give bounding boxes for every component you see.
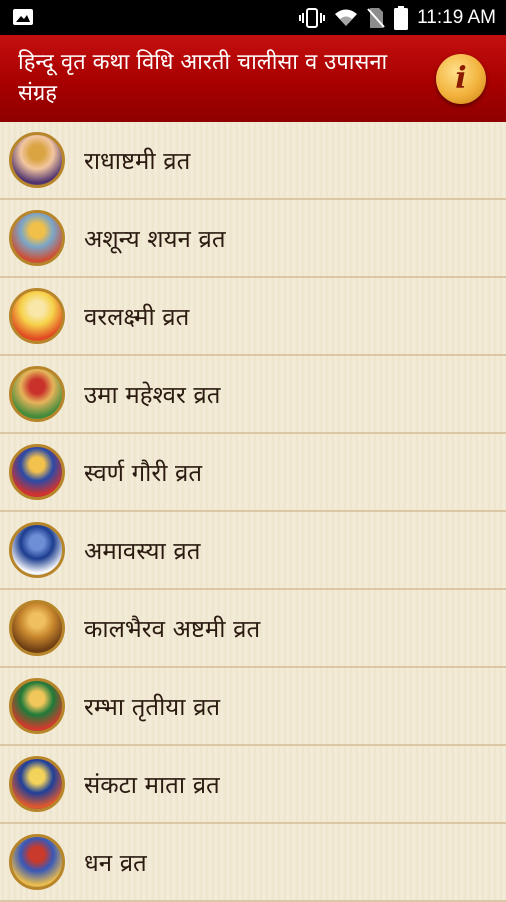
info-button[interactable]: i — [436, 54, 486, 104]
battery-icon — [394, 5, 409, 30]
list-item-label: धन व्रत — [84, 849, 147, 877]
list-item-label: राधाष्टमी व्रत — [84, 147, 191, 175]
list-item[interactable]: अमावस्या व्रत — [0, 512, 506, 590]
sankata-mata-image — [9, 756, 65, 812]
vishnu-image — [9, 522, 65, 578]
image-notification-icon — [13, 9, 33, 25]
gauri-image — [9, 444, 65, 500]
status-bar: 11:19 AM — [0, 0, 506, 35]
vrat-list: राधाष्टमी व्रत अशून्य शयन व्रत वरलक्ष्मी व… — [0, 122, 506, 902]
page-title: हिन्दू वृत कथा विधि आरती चालीसा व उपासना… — [18, 50, 388, 106]
app-bar: हिन्दू वृत कथा विधि आरती चालीसा व उपासना… — [0, 35, 506, 122]
vibrate-icon — [299, 7, 326, 28]
vishnu-lakshmi-image — [9, 210, 65, 266]
info-icon: i — [455, 61, 467, 96]
list-item-label: कालभैरव अष्टमी व्रत — [84, 615, 261, 643]
wifi-icon — [335, 9, 358, 26]
list-item[interactable]: स्वर्ण गौरी व्रत — [0, 434, 506, 512]
lakshmi-image — [9, 288, 65, 344]
list-item[interactable]: वरलक्ष्मी व्रत — [0, 278, 506, 356]
vishnu-blessing-image — [9, 834, 65, 890]
list-item-label: संकटा माता व्रत — [84, 771, 220, 799]
list-item-label: स्वर्ण गौरी व्रत — [84, 459, 203, 487]
list-item[interactable]: संकटा माता व्रत — [0, 746, 506, 824]
no-sim-icon — [367, 7, 385, 28]
rambha-image — [9, 678, 65, 734]
list-item-label: अशून्य शयन व्रत — [84, 225, 226, 253]
list-item-label: उमा महेश्वर व्रत — [84, 381, 221, 409]
list-item-label: रम्भा तृतीया व्रत — [84, 693, 221, 721]
list-item-label: वरलक्ष्मी व्रत — [84, 303, 190, 331]
status-time: 11:19 AM — [417, 6, 496, 28]
list-item[interactable]: कालभैरव अष्टमी व्रत — [0, 590, 506, 668]
list-item[interactable]: रम्भा तृतीया व्रत — [0, 668, 506, 746]
parvati-image — [9, 366, 65, 422]
list-item[interactable]: राधाष्टमी व्रत — [0, 122, 506, 200]
list-item-label: अमावस्या व्रत — [84, 537, 201, 565]
list-item[interactable]: उमा महेश्वर व्रत — [0, 356, 506, 434]
list-item[interactable]: धन व्रत — [0, 824, 506, 902]
radha-krishna-image — [9, 132, 65, 188]
bhairav-image — [9, 600, 65, 656]
list-item[interactable]: अशून्य शयन व्रत — [0, 200, 506, 278]
